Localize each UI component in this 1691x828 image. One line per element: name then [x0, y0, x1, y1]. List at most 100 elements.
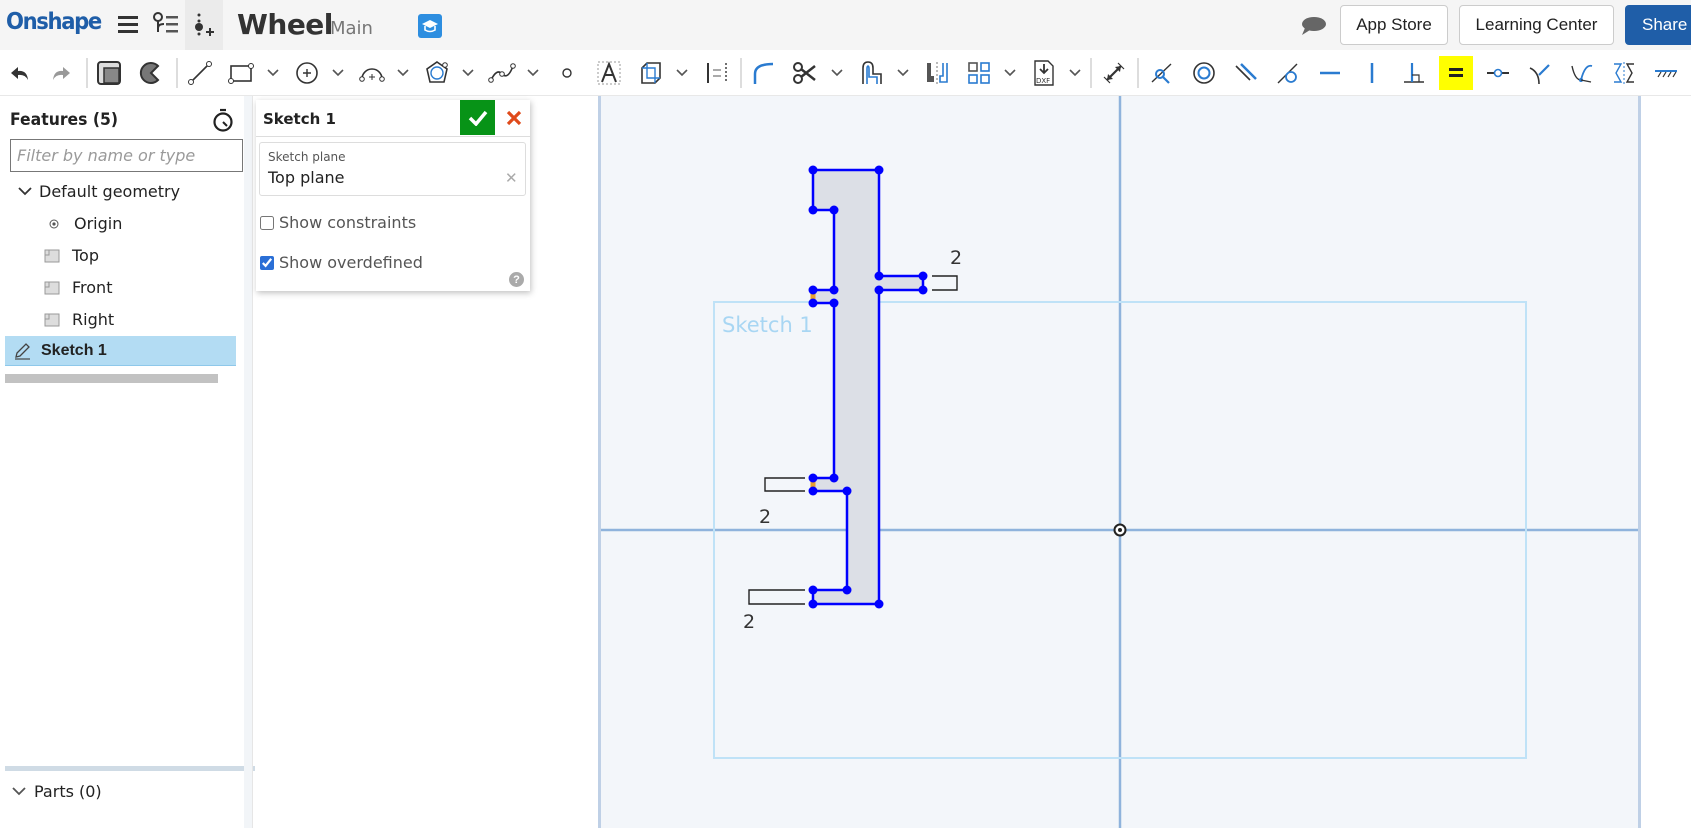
vertex[interactable]	[808, 585, 818, 595]
redo-icon[interactable]	[44, 56, 78, 90]
dimension-value[interactable]: 2	[950, 247, 962, 269]
dimension-right-tab[interactable]: 2	[932, 247, 962, 291]
feature-list-scrollbar[interactable]	[5, 374, 218, 383]
vertex[interactable]	[874, 165, 884, 175]
dimension-value[interactable]: 2	[743, 611, 755, 633]
parts-group[interactable]: Parts (0)	[12, 782, 102, 801]
vertex[interactable]	[808, 486, 818, 496]
construction-options-chevron-icon[interactable]	[674, 63, 690, 83]
equal-icon[interactable]	[1439, 56, 1473, 90]
graphics-viewport[interactable]: Sketch 1 2 2 2	[598, 96, 1641, 828]
learning-center-button[interactable]: Learning Center	[1459, 5, 1614, 45]
comment-icon[interactable]	[1300, 16, 1326, 41]
vertex[interactable]	[808, 298, 818, 308]
show-overdefined-option[interactable]: Show overdefined	[260, 253, 423, 272]
vertex[interactable]	[808, 473, 818, 483]
feature-filter-input[interactable]	[10, 139, 243, 172]
vertex[interactable]	[808, 205, 818, 215]
trim-options-chevron-icon[interactable]	[829, 63, 845, 83]
rectangle-icon[interactable]	[224, 56, 258, 90]
tree-item-front[interactable]: Front	[44, 278, 112, 297]
vertex[interactable]	[918, 271, 928, 281]
show-overdefined-checkbox[interactable]	[260, 255, 274, 270]
tangent-icon[interactable]	[1271, 56, 1305, 90]
arc-options-chevron-icon[interactable]	[395, 63, 411, 83]
help-icon[interactable]: ?	[509, 272, 524, 287]
vertex[interactable]	[874, 285, 884, 295]
mirror-icon[interactable]	[920, 56, 954, 90]
vertex[interactable]	[829, 205, 839, 215]
dxf-options-chevron-icon[interactable]	[1067, 63, 1083, 83]
arc-icon[interactable]	[355, 56, 389, 90]
dxf-import-icon[interactable]: DXF	[1027, 56, 1061, 90]
curvature-icon[interactable]	[1565, 56, 1599, 90]
vertical-icon[interactable]	[1355, 56, 1389, 90]
vertex[interactable]	[829, 285, 839, 295]
vertex[interactable]	[842, 585, 852, 595]
spline-icon[interactable]	[485, 56, 519, 90]
fillet-icon[interactable]	[747, 56, 781, 90]
tutorial-icon[interactable]	[418, 14, 442, 38]
insert-feature-icon[interactable]	[185, 0, 223, 50]
trim-icon[interactable]	[788, 56, 822, 90]
rectangle-options-chevron-icon[interactable]	[265, 63, 281, 83]
default-geometry-group[interactable]: Default geometry	[17, 182, 180, 201]
sketch-plane-field[interactable]: Sketch plane Top plane ✕	[259, 142, 526, 196]
sketch-region[interactable]	[813, 170, 923, 604]
polygon-options-chevron-icon[interactable]	[460, 63, 476, 83]
vertex[interactable]	[874, 599, 884, 609]
branch-name[interactable]: Main	[330, 18, 373, 39]
normal-icon[interactable]	[1523, 56, 1557, 90]
use-split-icon[interactable]	[700, 56, 734, 90]
vertex[interactable]	[829, 473, 839, 483]
tree-item-right[interactable]: Right	[44, 310, 114, 329]
text-icon[interactable]	[592, 56, 626, 90]
document-title[interactable]: Wheel	[237, 8, 333, 41]
tree-item-top[interactable]: Top	[44, 246, 99, 265]
pattern-icon[interactable]	[962, 56, 996, 90]
vertex[interactable]	[808, 165, 818, 175]
circle-options-chevron-icon[interactable]	[330, 63, 346, 83]
vertex[interactable]	[808, 599, 818, 609]
onshape-logo[interactable]: Onshape	[6, 9, 102, 35]
symmetric-icon[interactable]	[1607, 56, 1641, 90]
parallel-icon[interactable]	[1229, 56, 1263, 90]
vertex[interactable]	[808, 285, 818, 295]
pattern-options-chevron-icon[interactable]	[1002, 63, 1018, 83]
vertex[interactable]	[829, 298, 839, 308]
chevron-down-icon[interactable]	[12, 787, 26, 796]
midpoint-icon[interactable]	[1481, 56, 1515, 90]
dimension-middle-step[interactable]: 2	[759, 477, 805, 528]
app-store-button[interactable]: App Store	[1340, 5, 1448, 45]
dimension-icon[interactable]	[1097, 56, 1131, 90]
concentric-icon[interactable]	[1187, 56, 1221, 90]
dimension-value[interactable]: 2	[759, 506, 771, 528]
undo-icon[interactable]	[3, 56, 37, 90]
vertex[interactable]	[874, 271, 884, 281]
circle-icon[interactable]	[290, 56, 324, 90]
vertex[interactable]	[918, 285, 928, 295]
panel-resize-divider[interactable]	[5, 766, 255, 771]
dimension-bottom-step[interactable]: 2	[743, 589, 805, 633]
sketch-canvas[interactable]: Sketch 1 2 2 2	[601, 96, 1638, 828]
offset-icon[interactable]	[855, 56, 889, 90]
clear-selection-icon[interactable]: ✕	[505, 169, 518, 187]
sketch-plane-value[interactable]: Top plane	[268, 168, 344, 187]
horizontal-icon[interactable]	[1313, 56, 1347, 90]
perpendicular-icon[interactable]	[1397, 56, 1431, 90]
rollback-timer-icon[interactable]	[212, 108, 234, 137]
line-icon[interactable]	[183, 56, 217, 90]
construction-icon[interactable]	[634, 56, 668, 90]
polygon-icon[interactable]	[420, 56, 454, 90]
show-constraints-option[interactable]: Show constraints	[260, 213, 416, 232]
revolve-icon[interactable]	[134, 56, 168, 90]
sketch-solid-icon[interactable]	[92, 56, 126, 90]
accept-button[interactable]	[460, 100, 495, 135]
share-button[interactable]: Share	[1625, 5, 1691, 45]
vertex[interactable]	[842, 486, 852, 496]
menu-icon[interactable]	[117, 14, 139, 34]
version-graph-icon[interactable]	[152, 12, 180, 38]
offset-options-chevron-icon[interactable]	[895, 63, 911, 83]
point-icon[interactable]	[550, 56, 584, 90]
fix-icon[interactable]	[1649, 56, 1683, 90]
